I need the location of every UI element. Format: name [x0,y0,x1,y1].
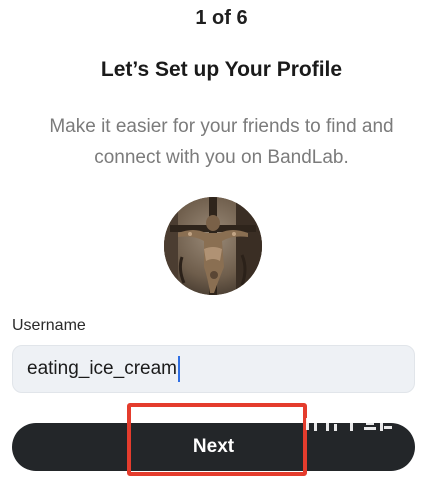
page-subtitle: Make it easier for your friends to find … [20,111,423,173]
next-button[interactable]: Next [12,423,415,471]
next-button-label: Next [192,436,235,457]
profile-setup-screen: 1 of 6 Let’s Set up Your Profile Make it… [0,0,443,496]
profile-avatar[interactable] [164,197,262,295]
username-input[interactable]: eating_ice_cream [12,345,415,393]
subtitle-line-1: Make it easier for your friends to find … [49,116,394,137]
username-label: Username [12,317,86,334]
username-value: eating_ice_cream [27,358,177,379]
subtitle-line-2: connect with you on BandLab. [94,147,349,168]
text-caret [177,356,180,382]
avatar-photo-icon [164,197,262,295]
step-indicator: 1 of 6 [195,7,248,29]
page-title: Let’s Set up Your Profile [100,58,343,81]
